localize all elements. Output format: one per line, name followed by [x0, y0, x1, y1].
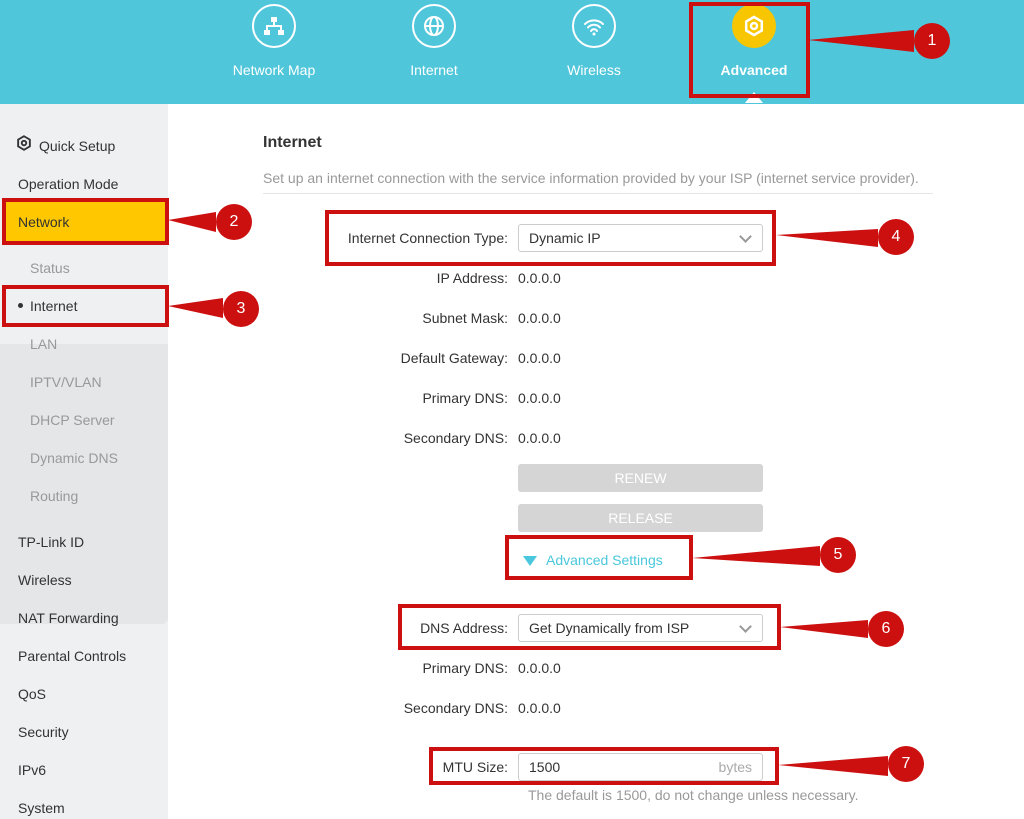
- annotation-box-1: [689, 2, 810, 98]
- annotation-callout-3: 3: [223, 291, 259, 327]
- pointer-2: [168, 212, 216, 232]
- annotation-box-6: [398, 604, 781, 650]
- annotation-callout-6: 6: [868, 611, 904, 647]
- annotation-callout-1: 1: [914, 23, 950, 59]
- annotation-pointers: [168, 30, 914, 776]
- annotation-box-3: [2, 285, 169, 327]
- annotation-callout-4: 4: [878, 219, 914, 255]
- annotation-callout-7: 7: [888, 746, 924, 782]
- annotation-box-7: [429, 747, 779, 785]
- annotation-callout-5: 5: [820, 537, 856, 573]
- pointer-7: [778, 756, 888, 776]
- annotation-box-5: [505, 535, 693, 580]
- annotation-box-4: [325, 210, 776, 266]
- pointer-3: [168, 298, 223, 318]
- pointer-6: [780, 620, 868, 638]
- pointer-5: [692, 546, 820, 566]
- annotation-box-2: [2, 198, 169, 245]
- pointer-1: [808, 30, 914, 52]
- pointer-4: [776, 229, 878, 247]
- annotation-callout-2: 2: [216, 204, 252, 240]
